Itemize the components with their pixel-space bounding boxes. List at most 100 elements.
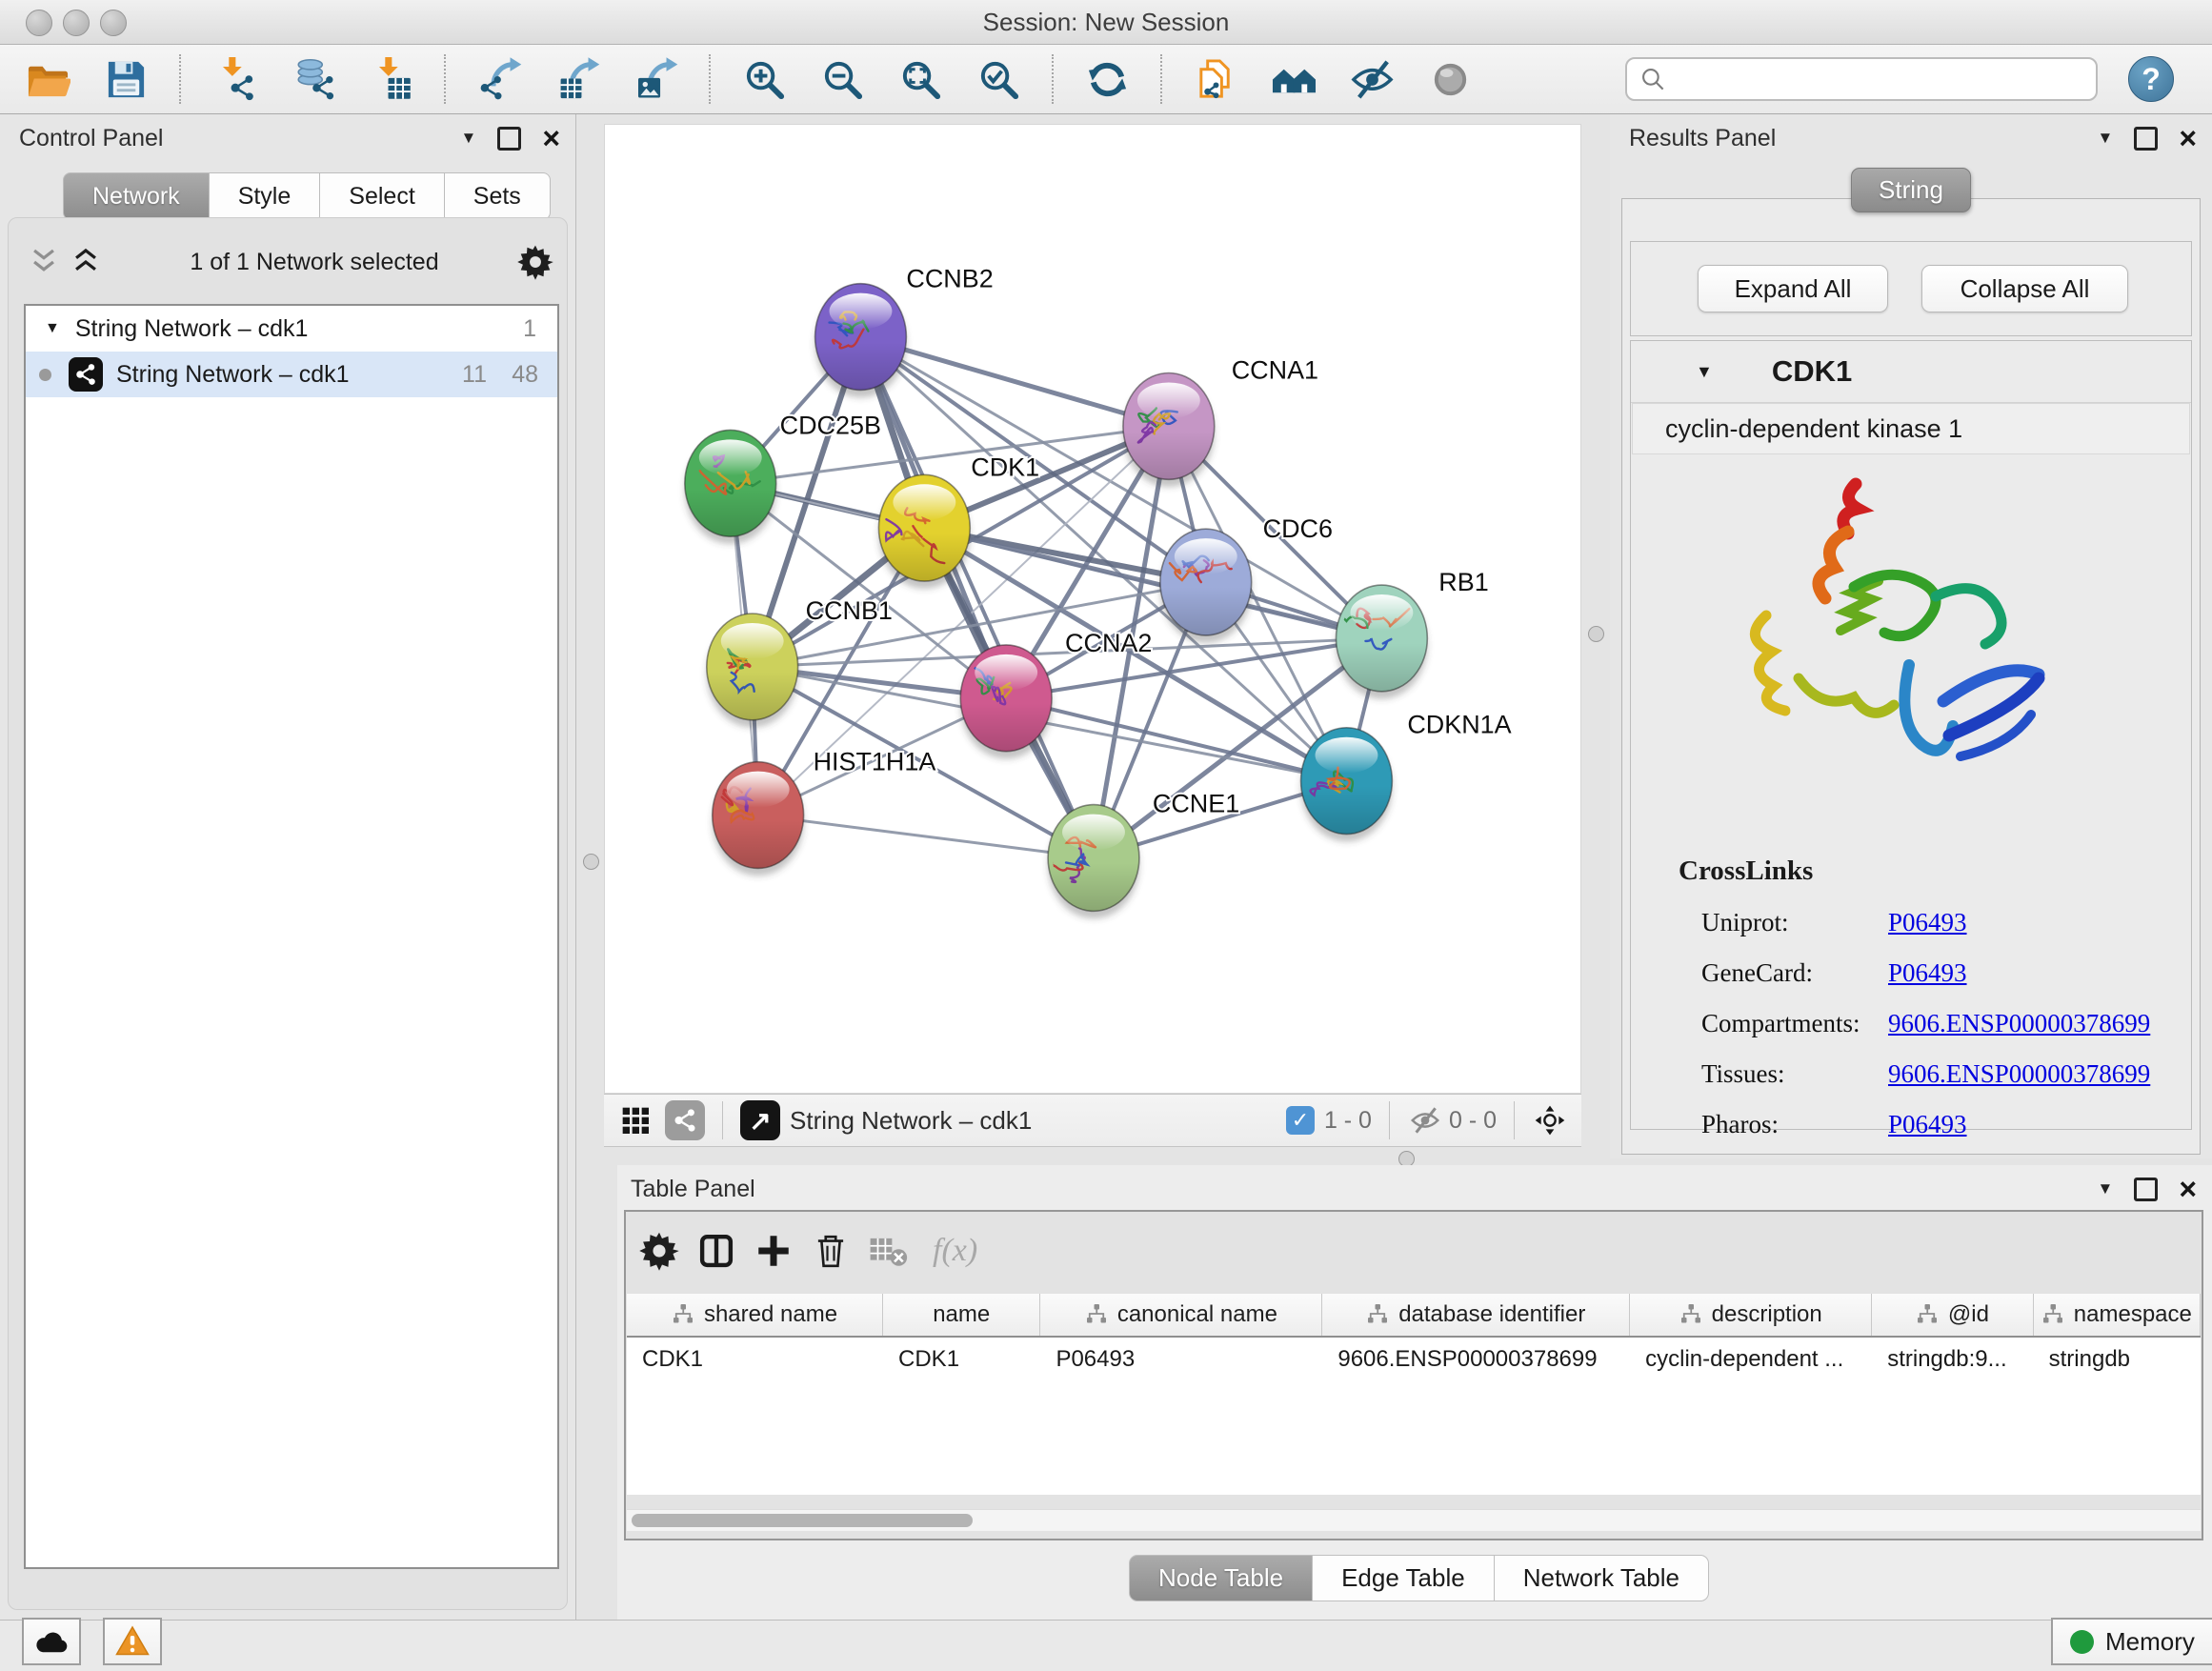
import-network-database-button[interactable]	[288, 51, 337, 107]
hide-selected-button[interactable]	[1347, 51, 1397, 107]
memory-button[interactable]: Memory	[2051, 1618, 2212, 1665]
crosslink-label: Tissues:	[1701, 1059, 1888, 1089]
network-row-selected[interactable]: String Network – cdk1 11 48	[26, 352, 557, 397]
network-node-CDC6[interactable]: CDC6	[1160, 514, 1333, 643]
string-tab[interactable]: String	[1851, 168, 1971, 212]
zoom-selected-button[interactable]	[974, 51, 1023, 107]
selected-counts: 1 - 0	[1324, 1107, 1372, 1135]
right-splitter-handle[interactable]	[1588, 626, 1604, 642]
network-node-CDKN1A[interactable]: CDKN1A	[1301, 711, 1512, 842]
compartments-link[interactable]: 9606.ENSP00000378699	[1888, 1009, 2150, 1038]
column-header[interactable]: @id	[1872, 1294, 2033, 1336]
network-node-RB1[interactable]: RB1	[1333, 568, 1489, 699]
import-network-file-button[interactable]	[210, 51, 259, 107]
network-node-CCNA1[interactable]: CCNA1	[1123, 355, 1318, 487]
delete-column-icon[interactable]	[811, 1231, 851, 1271]
network-view-icon[interactable]	[665, 1100, 705, 1140]
column-header[interactable]: description	[1630, 1294, 1872, 1336]
table-panel-header: Table Panel ▼ ×	[617, 1165, 2212, 1213]
selected-checkbox-icon[interactable]: ✓	[1286, 1106, 1315, 1135]
gear-icon[interactable]	[517, 244, 553, 280]
collapse-panel-icon[interactable]: ▼	[2097, 129, 2113, 148]
collapse-all-button[interactable]: Collapse All	[1921, 265, 2128, 312]
column-header[interactable]: namespace	[2034, 1294, 2201, 1336]
crosslink-label: Uniprot:	[1701, 908, 1888, 937]
node-label: CDC25B	[780, 411, 881, 439]
duplicate-network-button[interactable]	[1191, 51, 1240, 107]
network-node-HIST1H1A[interactable]: HIST1H1A	[713, 748, 936, 876]
add-column-icon[interactable]	[754, 1231, 794, 1271]
detach-view-icon[interactable]: ↗	[740, 1100, 780, 1140]
scrollbar-thumb[interactable]	[632, 1514, 973, 1527]
tissues-link[interactable]: 9606.ENSP00000378699	[1888, 1059, 2150, 1089]
section-expand-icon[interactable]: ▼	[1696, 362, 1713, 382]
tab-network[interactable]: Network	[63, 172, 210, 220]
import-table-button[interactable]	[366, 51, 415, 107]
close-panel-icon[interactable]: ×	[2179, 129, 2197, 148]
expand-all-button[interactable]: Expand All	[1698, 265, 1888, 312]
open-session-button[interactable]	[23, 51, 72, 107]
grid-view-icon[interactable]	[617, 1102, 654, 1138]
warnings-button[interactable]	[103, 1618, 162, 1665]
show-columns-icon[interactable]	[696, 1231, 736, 1271]
network-collection-row[interactable]: ▼ String Network – cdk1 1	[26, 306, 557, 352]
help-button[interactable]: ?	[2128, 56, 2174, 102]
uniprot-link[interactable]: P06493	[1888, 908, 1967, 937]
first-neighbors-button[interactable]	[1269, 51, 1318, 107]
pharos-link[interactable]: P06493	[1888, 1110, 1967, 1139]
toolbar-separator	[444, 54, 446, 104]
tab-select[interactable]: Select	[320, 172, 444, 220]
column-header[interactable]: shared name	[627, 1294, 883, 1336]
hidden-eye-icon[interactable]	[1407, 1102, 1443, 1138]
search-input[interactable]	[1669, 60, 2096, 98]
table-body: CDK1CDK1P064939606.ENSP00000378699cyclin…	[627, 1338, 2201, 1381]
column-header[interactable]: database identifier	[1322, 1294, 1630, 1336]
network-node-CCNE1[interactable]: CCNE1	[1048, 790, 1239, 919]
zoom-fit-button[interactable]	[895, 51, 945, 107]
tree-expand-icon[interactable]: ▼	[45, 320, 60, 337]
collapse-panel-icon[interactable]: ▼	[2097, 1179, 2113, 1198]
export-table-button[interactable]	[553, 51, 602, 107]
table-cell: stringdb:9...	[1872, 1338, 2033, 1381]
table-settings-gear-icon[interactable]	[639, 1231, 679, 1271]
show-all-button[interactable]	[1425, 51, 1475, 107]
expand-all-icon[interactable]	[70, 246, 102, 278]
column-header[interactable]: canonical name	[1040, 1294, 1322, 1336]
network-view-title: String Network – cdk1	[790, 1106, 1032, 1136]
tab-node-table[interactable]: Node Table	[1129, 1555, 1313, 1601]
tab-edge-table[interactable]: Edge Table	[1313, 1555, 1495, 1601]
float-panel-icon[interactable]	[497, 127, 521, 151]
save-session-button[interactable]	[101, 51, 151, 107]
left-splitter-handle[interactable]	[583, 854, 599, 870]
node-count: 11	[462, 361, 487, 389]
tab-sets[interactable]: Sets	[445, 172, 551, 220]
genecard-link[interactable]: P06493	[1888, 958, 1967, 988]
network-tab-content: 1 of 1 Network selected ▼ String Network…	[8, 217, 568, 1610]
close-panel-icon[interactable]: ×	[2179, 1179, 2197, 1198]
table-header-row: shared namenamecanonical namedatabase id…	[627, 1294, 2201, 1338]
crosslinks-block: CrossLinks Uniprot:P06493 GeneCard:P0649…	[1631, 856, 2191, 1139]
cloud-button[interactable]	[22, 1618, 81, 1665]
export-image-button[interactable]	[631, 51, 680, 107]
network-canvas[interactable]: CCNB2CCNA1CDC25BCDK1CDC6RB1CCNB1CCNA2CDK…	[604, 124, 1581, 1094]
protein-structure-image	[1711, 463, 2111, 844]
tab-style[interactable]: Style	[210, 172, 321, 220]
birdseye-view-icon[interactable]	[1532, 1102, 1568, 1138]
table-tabs: Node Table Edge Table Network Table	[1129, 1555, 1709, 1601]
column-header[interactable]: name	[883, 1294, 1040, 1336]
crosslinks-title: CrossLinks	[1679, 856, 2191, 887]
zoom-out-button[interactable]	[817, 51, 867, 107]
float-panel-icon[interactable]	[2134, 1178, 2158, 1201]
results-panel-header: Results Panel ▼ ×	[1610, 114, 2212, 162]
node-label: CCNA2	[1065, 629, 1152, 657]
collapse-all-icon[interactable]	[28, 246, 60, 278]
tab-network-table[interactable]: Network Table	[1495, 1555, 1709, 1601]
zoom-in-button[interactable]	[739, 51, 789, 107]
close-panel-icon[interactable]: ×	[542, 129, 560, 148]
refresh-button[interactable]	[1082, 51, 1132, 107]
float-panel-icon[interactable]	[2134, 127, 2158, 151]
collapse-panel-icon[interactable]: ▼	[460, 129, 476, 148]
gene-section-header[interactable]: ▼ CDK1	[1631, 341, 2191, 403]
table-row[interactable]: CDK1CDK1P064939606.ENSP00000378699cyclin…	[627, 1338, 2201, 1381]
export-network-button[interactable]	[474, 51, 524, 107]
